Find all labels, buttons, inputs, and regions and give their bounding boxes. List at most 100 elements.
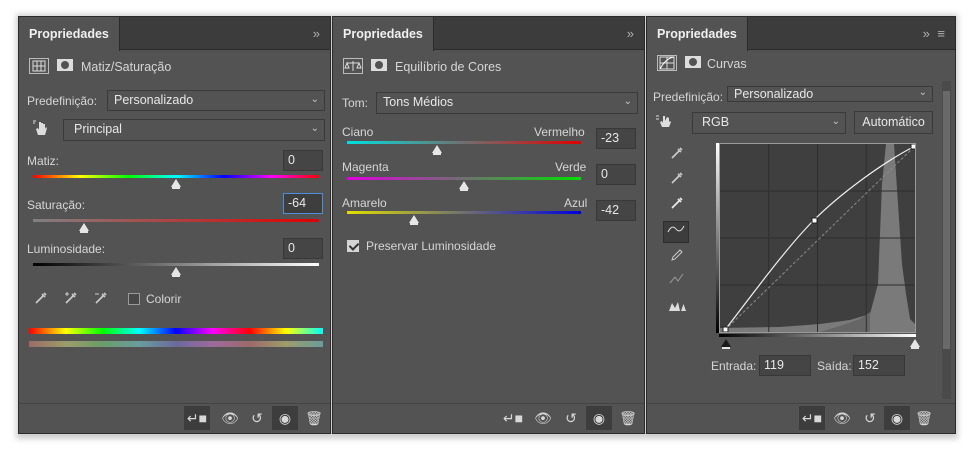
eyedropper-add-icon[interactable] — [61, 290, 81, 308]
colorize-label: Colorir — [146, 292, 182, 306]
cyan-red-slider-track[interactable] — [347, 141, 581, 144]
hue-input[interactable]: 0 — [283, 150, 323, 171]
blue-label: Azul — [564, 196, 588, 210]
magenta-green-slider-thumb[interactable] — [459, 181, 469, 191]
tab-properties[interactable]: Propriedades — [19, 17, 120, 51]
lightness-slider-track[interactable] — [33, 263, 319, 266]
green-label: Verde — [555, 160, 587, 174]
reset-icon[interactable]: ↺ — [244, 406, 270, 430]
input-value-field[interactable]: 119 — [759, 355, 811, 376]
view-previous-icon[interactable]: 👁 — [217, 406, 243, 430]
hue-saturation-panel: Propriedades » Matiz/Saturação Predefini… — [18, 16, 331, 434]
curves-grid-icon — [657, 55, 677, 71]
clip-to-layer-icon[interactable]: ↵■ — [500, 406, 526, 430]
yellow-blue-input[interactable]: -42 — [596, 200, 636, 221]
trash-icon[interactable]: 🗑 — [301, 406, 327, 430]
hue-slider-thumb[interactable] — [171, 179, 181, 189]
trash-icon[interactable]: 🗑 — [911, 406, 937, 430]
saturation-slider-track[interactable] — [33, 219, 319, 222]
targeted-adjustment-hand-icon[interactable] — [655, 113, 675, 131]
gray-point-eyedropper-icon[interactable] — [667, 170, 687, 188]
panel-footer: ↵■ 👁 ↺ ◉ 🗑 — [19, 403, 330, 433]
colorize-checkbox[interactable] — [128, 293, 140, 305]
white-input-slider-thumb[interactable] — [910, 339, 920, 349]
magenta-green-slider-track[interactable] — [347, 177, 581, 180]
preset-label: Predefinição: — [653, 90, 724, 104]
input-gradient — [719, 334, 916, 337]
tab-bar: Propriedades » — [19, 17, 330, 51]
preset-dropdown[interactable]: Personalizado ⌄ — [107, 90, 325, 111]
reset-icon[interactable]: ↺ — [558, 406, 584, 430]
trash-icon[interactable]: 🗑 — [615, 406, 641, 430]
clipping-warning-icon[interactable] — [667, 299, 687, 317]
chevron-down-icon: ⌄ — [310, 94, 319, 105]
pencil-icon[interactable] — [667, 247, 687, 265]
reset-icon[interactable]: ↺ — [857, 406, 883, 430]
panel-footer: ↵■ 👁 ↺ ◉ 🗑 — [647, 403, 955, 433]
panel-menu-icon[interactable]: » — [627, 26, 636, 41]
visibility-icon[interactable]: ◉ — [884, 406, 910, 430]
clip-to-layer-icon[interactable]: ↵■ — [184, 406, 210, 430]
tab-properties[interactable]: Propriedades — [333, 17, 434, 51]
channel-dropdown[interactable]: RGB ⌄ — [692, 112, 846, 134]
visibility-icon[interactable]: ◉ — [586, 406, 612, 430]
cyan-red-slider-thumb[interactable] — [432, 145, 442, 155]
magenta-green-input[interactable]: 0 — [596, 164, 636, 185]
cyan-label: Ciano — [342, 125, 374, 139]
adjustment-title: Curvas — [707, 57, 747, 71]
panel-menu-icon[interactable]: » ≡ — [923, 26, 947, 41]
output-label: Saída: — [817, 359, 852, 373]
tab-properties[interactable]: Propriedades — [647, 17, 748, 51]
black-input-slider-thumb[interactable] — [721, 339, 731, 349]
panel-scrollbar[interactable] — [942, 81, 951, 399]
preset-label: Predefinição: — [27, 94, 98, 108]
chevron-down-icon: ⌄ — [623, 96, 632, 107]
preserve-luminosity-checkbox[interactable] — [347, 240, 359, 252]
targeted-adjustment-hand-icon[interactable] — [31, 119, 51, 137]
layer-mask-icon — [55, 58, 75, 76]
yellow-blue-slider-track[interactable] — [347, 211, 581, 214]
curves-graph[interactable] — [719, 143, 916, 333]
layer-mask-icon — [683, 55, 703, 73]
preset-value: Personalizado — [114, 93, 194, 107]
auto-button[interactable]: Automático — [854, 111, 933, 134]
hue-slider-track[interactable] — [33, 175, 319, 178]
magenta-label: Magenta — [342, 160, 389, 174]
eyedropper-icon[interactable] — [31, 290, 51, 308]
input-spectrum-bar — [29, 328, 323, 334]
cyan-red-input[interactable]: -23 — [596, 128, 636, 149]
white-point-eyedropper-icon[interactable] — [667, 195, 687, 213]
chevron-down-icon: ⌄ — [310, 123, 319, 134]
hue-label: Matiz: — [27, 154, 60, 168]
view-previous-icon[interactable]: 👁 — [829, 406, 855, 430]
visibility-icon[interactable]: ◉ — [272, 406, 298, 430]
adjustment-title: Equilíbrio de Cores — [395, 60, 502, 74]
adjustment-layer-icon — [29, 58, 49, 74]
color-balance-panel: Propriedades » Equilíbrio de Cores Tom: … — [332, 16, 645, 434]
smooth-icon[interactable] — [667, 271, 687, 289]
channel-dropdown[interactable]: Principal ⌄ — [63, 119, 325, 141]
panel-menu-icon[interactable]: » — [313, 26, 322, 41]
eyedropper-subtract-icon[interactable] — [91, 290, 111, 308]
output-spectrum-bar — [29, 341, 323, 347]
input-label: Entrada: — [711, 359, 757, 373]
yellow-blue-slider-thumb[interactable] — [409, 215, 419, 225]
lightness-slider-thumb[interactable] — [171, 267, 181, 277]
scrollbar-thumb[interactable] — [943, 91, 950, 349]
layer-mask-icon — [369, 58, 389, 76]
view-previous-icon[interactable]: 👁 — [530, 406, 556, 430]
output-value-field[interactable]: 152 — [853, 355, 905, 376]
lightness-input[interactable]: 0 — [283, 238, 323, 259]
black-point-eyedropper-icon[interactable] — [667, 145, 687, 163]
clip-to-layer-icon[interactable]: ↵■ — [799, 406, 825, 430]
saturation-input[interactable]: -64 — [283, 193, 323, 214]
output-gradient — [716, 143, 719, 333]
curve-edit-icon[interactable] — [663, 221, 689, 243]
saturation-label: Saturação: — [27, 198, 86, 212]
tone-dropdown[interactable]: Tons Médios ⌄ — [376, 92, 638, 114]
preset-dropdown[interactable]: Personalizado ⌄ — [727, 86, 933, 102]
red-label: Vermelho — [534, 125, 585, 139]
panel-footer: ↵■ 👁 ↺ ◉ 🗑 — [333, 403, 644, 433]
saturation-slider-thumb[interactable] — [79, 223, 89, 233]
chevron-down-icon: ⌄ — [918, 87, 927, 98]
